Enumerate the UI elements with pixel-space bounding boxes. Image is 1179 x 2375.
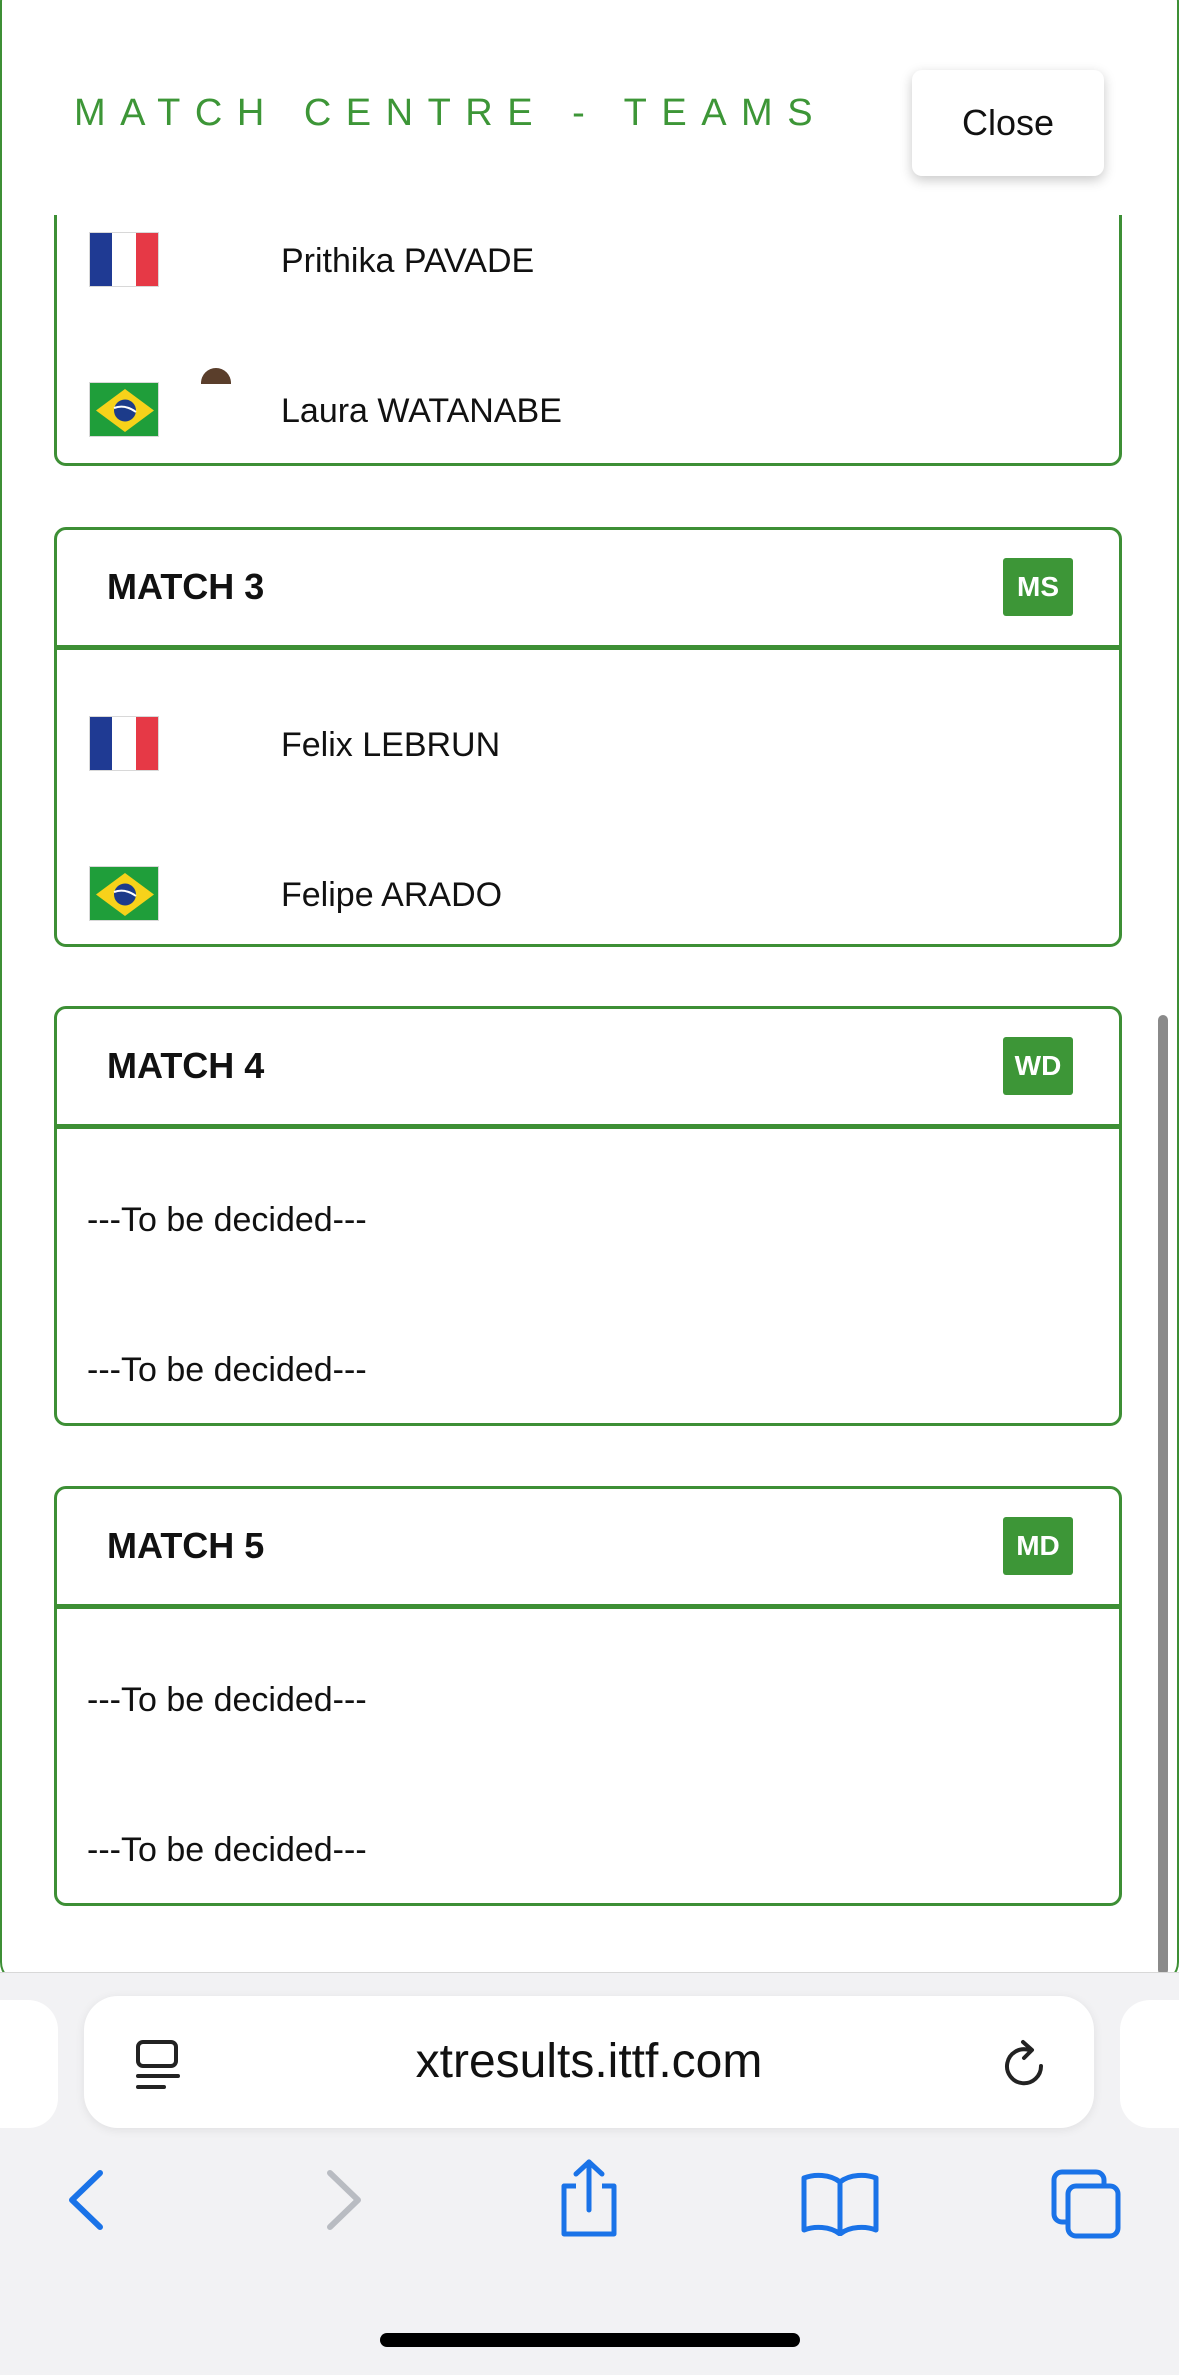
player-name: Laura WATANABE: [281, 392, 562, 430]
player-name: Felipe ARADO: [281, 876, 503, 914]
tabs-icon[interactable]: [1050, 2168, 1124, 2245]
player-row: Prithika PAVADE: [57, 232, 1119, 292]
modal-header: MATCH CENTRE - TEAMS Close: [0, 0, 1179, 217]
event-badge: MD: [1003, 1517, 1073, 1575]
france-flag-icon: [89, 716, 159, 771]
match-card-partial: Prithika PAVADE Laura WATANABE: [54, 180, 1122, 466]
url-text[interactable]: xtresults.ittf.com: [84, 2034, 1094, 2089]
match-card-header: MATCH 5 MD: [57, 1489, 1119, 1609]
tbd-label: ---To be decided---: [87, 1681, 367, 1719]
tbd-label: ---To be decided---: [87, 1201, 367, 1239]
france-flag-icon: [89, 232, 159, 287]
forward-arrow-icon[interactable]: [318, 2165, 368, 2240]
scrollbar[interactable]: [1158, 1015, 1168, 1975]
match-title: MATCH 4: [107, 1045, 265, 1086]
match-card[interactable]: MATCH 5 MD ---To be decided--- ---To be …: [54, 1486, 1122, 1906]
event-badge: WD: [1003, 1037, 1073, 1095]
previous-tab-preview[interactable]: [0, 2000, 58, 2128]
player-row: Felix LEBRUN: [57, 716, 1119, 776]
close-button[interactable]: Close: [912, 70, 1104, 176]
match-card[interactable]: MATCH 4 WD ---To be decided--- ---To be …: [54, 1006, 1122, 1426]
match-card[interactable]: MATCH 3 MS Felix LEBRUN Felipe ARADO: [54, 527, 1122, 947]
match-card-header: MATCH 4 WD: [57, 1009, 1119, 1129]
brazil-flag-icon: [89, 382, 159, 437]
match-title: MATCH 3: [107, 566, 265, 607]
home-indicator[interactable]: [380, 2333, 800, 2347]
next-tab-preview[interactable]: [1120, 2000, 1179, 2128]
page-title: MATCH CENTRE - TEAMS: [74, 92, 828, 134]
player-row: Laura WATANABE: [57, 382, 1119, 442]
player-row: Felipe ARADO: [57, 866, 1119, 926]
player-name: Prithika PAVADE: [281, 242, 535, 280]
event-badge: MS: [1003, 558, 1073, 616]
match-card-header: MATCH 3 MS: [57, 530, 1119, 650]
share-icon[interactable]: [556, 2158, 622, 2243]
tbd-label: ---To be decided---: [87, 1831, 367, 1869]
match-title: MATCH 5: [107, 1525, 265, 1566]
player-name: Felix LEBRUN: [281, 726, 501, 764]
brazil-flag-icon: [89, 866, 159, 921]
reload-icon[interactable]: [999, 2038, 1051, 2097]
address-bar[interactable]: xtresults.ittf.com: [84, 1996, 1094, 2128]
back-arrow-icon[interactable]: [62, 2165, 112, 2240]
tbd-label: ---To be decided---: [87, 1351, 367, 1389]
bookmarks-icon[interactable]: [800, 2170, 880, 2241]
